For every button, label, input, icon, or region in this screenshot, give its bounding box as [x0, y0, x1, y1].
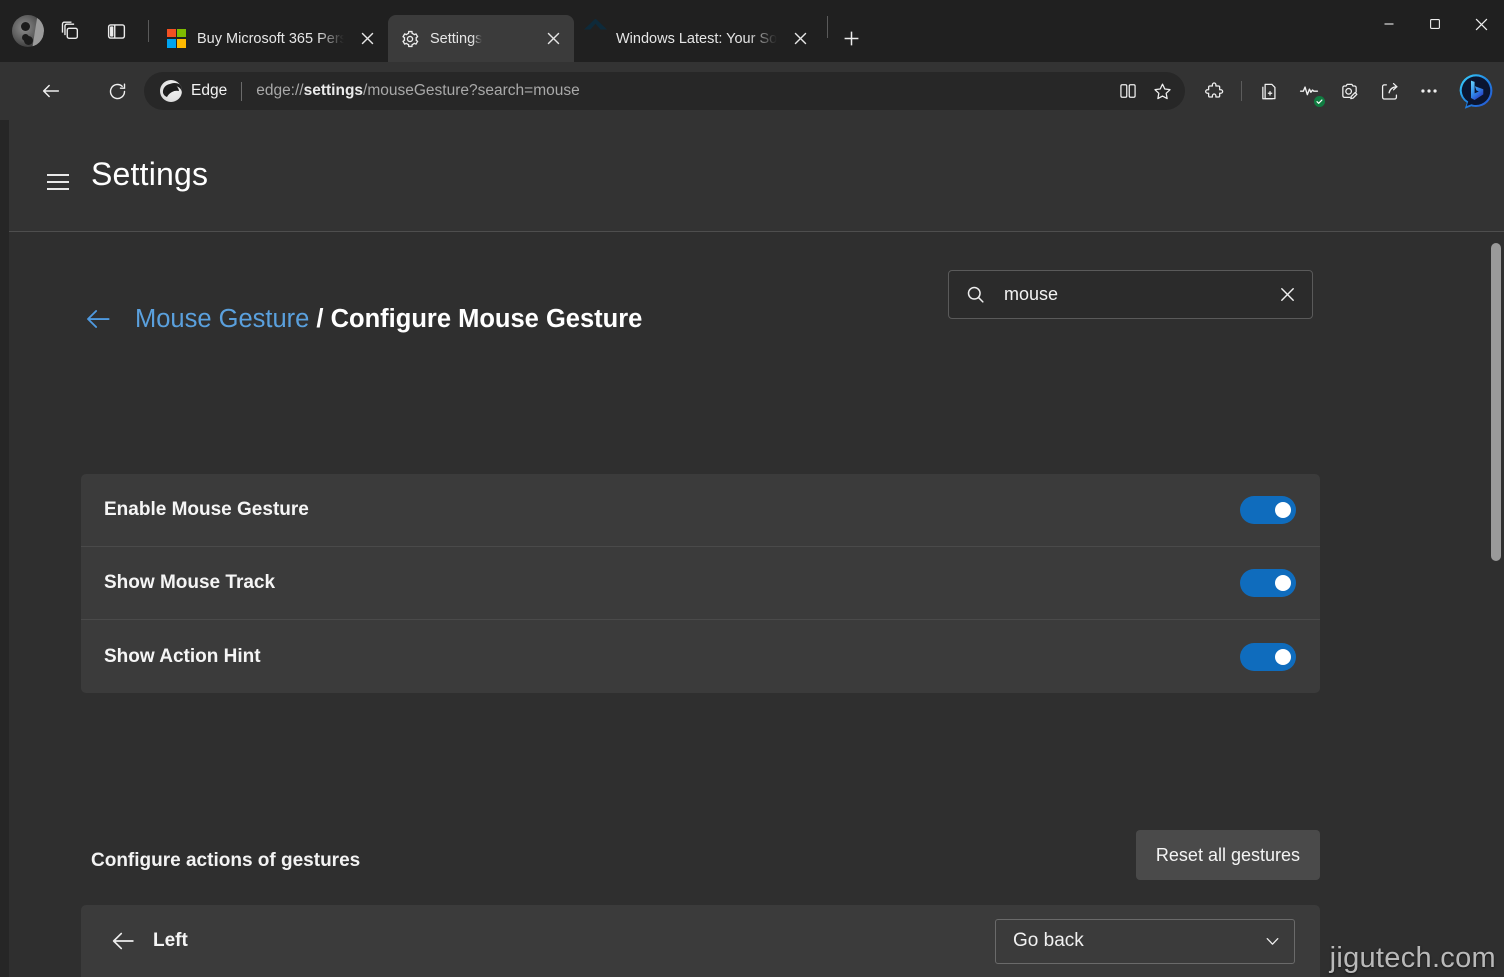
gesture-action-select-left[interactable]: Go back [995, 918, 1295, 964]
new-tab-wrapper [834, 15, 868, 62]
profile-avatar[interactable] [12, 15, 44, 47]
breadcrumb-current: Configure Mouse Gesture [330, 304, 643, 333]
bing-copilot-icon[interactable] [1456, 71, 1496, 111]
arrow-left-icon [109, 927, 153, 955]
tab-strip-left-controls [0, 0, 155, 62]
star-icon[interactable] [1145, 74, 1179, 108]
window-left-edge [0, 120, 9, 977]
setting-label: Show Action Hint [104, 645, 261, 667]
reset-all-gestures-button[interactable]: Reset all gestures [1135, 830, 1320, 880]
new-tab-button[interactable] [834, 22, 868, 56]
back-icon[interactable] [32, 72, 70, 110]
gear-icon [400, 29, 420, 49]
share-icon[interactable] [1370, 72, 1408, 110]
watermark: jigutech.com [1329, 942, 1496, 974]
address-bar[interactable]: Edge edge://settings/mouseGesture?search… [144, 72, 1185, 110]
microsoft-logo-icon [167, 28, 187, 49]
close-window-button[interactable] [1458, 0, 1504, 48]
url-path: /mouseGesture?search=mouse [363, 82, 580, 99]
setting-row-show-action-hint[interactable]: Show Action Hint [81, 620, 1320, 693]
search-input[interactable] [986, 284, 1270, 305]
edge-brand-chip: Edge [160, 80, 227, 102]
toolbar-divider [1241, 81, 1242, 101]
maximize-button[interactable] [1412, 0, 1458, 48]
configure-gestures-section-header: Configure actions of gestures Reset all … [81, 830, 1320, 896]
settings-content-scroll: Mouse Gesture / Configure Mouse Gesture … [9, 232, 1504, 977]
browser-tab-title: Settings [430, 30, 483, 47]
split-screen-icon[interactable] [1111, 74, 1145, 108]
gesture-label: Left [153, 930, 188, 951]
mouse-gesture-toggles-card: Enable Mouse Gesture Show Mouse Track Sh… [81, 474, 1320, 693]
url-prefix: edge:// [256, 82, 304, 99]
close-icon[interactable] [354, 26, 380, 52]
search-icon [965, 284, 986, 305]
page-scrollbar[interactable] [1488, 233, 1504, 977]
toggle-show-action-hint[interactable] [1240, 642, 1296, 671]
browser-tab-title: Buy Microsoft 365 Personal (f [197, 30, 344, 47]
browser-tab-title: Windows Latest: Your Source [616, 30, 777, 47]
breadcrumb-text: Mouse Gesture / Configure Mouse Gesture [135, 305, 642, 334]
window-controls [1366, 0, 1504, 62]
collections-icon[interactable] [1250, 72, 1288, 110]
page-title: Settings [91, 156, 209, 192]
heartbeat-icon[interactable] [1290, 72, 1328, 110]
settings-page: Settings Mouse Gesture / Configure Mouse… [0, 120, 1504, 977]
browser-tab-buy-microsoft-365[interactable]: Buy Microsoft 365 Personal (f [155, 15, 388, 62]
setting-row-enable-mouse-gesture[interactable]: Enable Mouse Gesture [81, 474, 1320, 547]
chevron-down-icon [1263, 932, 1282, 951]
settings-search-box[interactable] [948, 270, 1313, 319]
close-icon[interactable] [540, 26, 566, 52]
omnibox-actions [1111, 74, 1179, 108]
setting-label: Show Mouse Track [104, 572, 276, 593]
edge-brand-label: Edge [191, 82, 228, 99]
omnibox-divider [241, 81, 243, 101]
browser-tab-windows-latest[interactable]: Windows Latest: Your Source [574, 15, 821, 62]
address-bar-url: edge://settings/mouseGesture?search=mous… [256, 82, 580, 100]
url-host: settings [303, 82, 364, 99]
puzzle-icon[interactable] [1195, 72, 1233, 110]
breadcrumb: Mouse Gesture / Configure Mouse Gesture [83, 304, 642, 334]
setting-label: Enable Mouse Gesture [104, 499, 309, 520]
gesture-row-left[interactable]: Left Go back [81, 905, 1320, 977]
browser-tab-settings[interactable]: Settings [388, 15, 574, 62]
edge-logo-icon [160, 80, 182, 102]
browser-tab-strip: Buy Microsoft 365 Personal (f Settings W… [0, 0, 1504, 62]
selected-value: Go back [1013, 930, 1084, 951]
refresh-icon[interactable] [98, 72, 136, 110]
tab-strip-divider [148, 20, 149, 42]
close-icon[interactable] [787, 26, 813, 52]
toggle-enable-mouse-gesture[interactable] [1240, 496, 1296, 524]
scrollbar-thumb[interactable] [1491, 243, 1501, 561]
vertical-tabs-icon[interactable] [96, 11, 136, 51]
settings-header: Settings [9, 120, 1504, 232]
camera-icon[interactable] [1330, 72, 1368, 110]
copilot-stack-icon[interactable] [50, 11, 90, 51]
ellipsis-icon[interactable] [1410, 72, 1448, 110]
back-arrow-icon[interactable] [83, 304, 113, 334]
close-icon[interactable] [1270, 278, 1304, 312]
hamburger-menu-icon[interactable] [39, 165, 77, 199]
section-title: Configure actions of gestures [91, 850, 361, 871]
gesture-actions-card: Left Go back Right Forward [81, 905, 1320, 977]
browser-toolbar: Edge edge://settings/mouseGesture?search… [0, 62, 1504, 120]
toggle-show-mouse-track[interactable] [1240, 569, 1296, 597]
windows-latest-icon [586, 29, 606, 49]
breadcrumb-link[interactable]: Mouse Gesture [135, 305, 309, 333]
breadcrumb-separator: / [309, 304, 331, 333]
minimize-button[interactable] [1366, 0, 1412, 48]
setting-row-show-mouse-track[interactable]: Show Mouse Track [81, 547, 1320, 620]
tab-strip-divider-2 [827, 16, 828, 38]
